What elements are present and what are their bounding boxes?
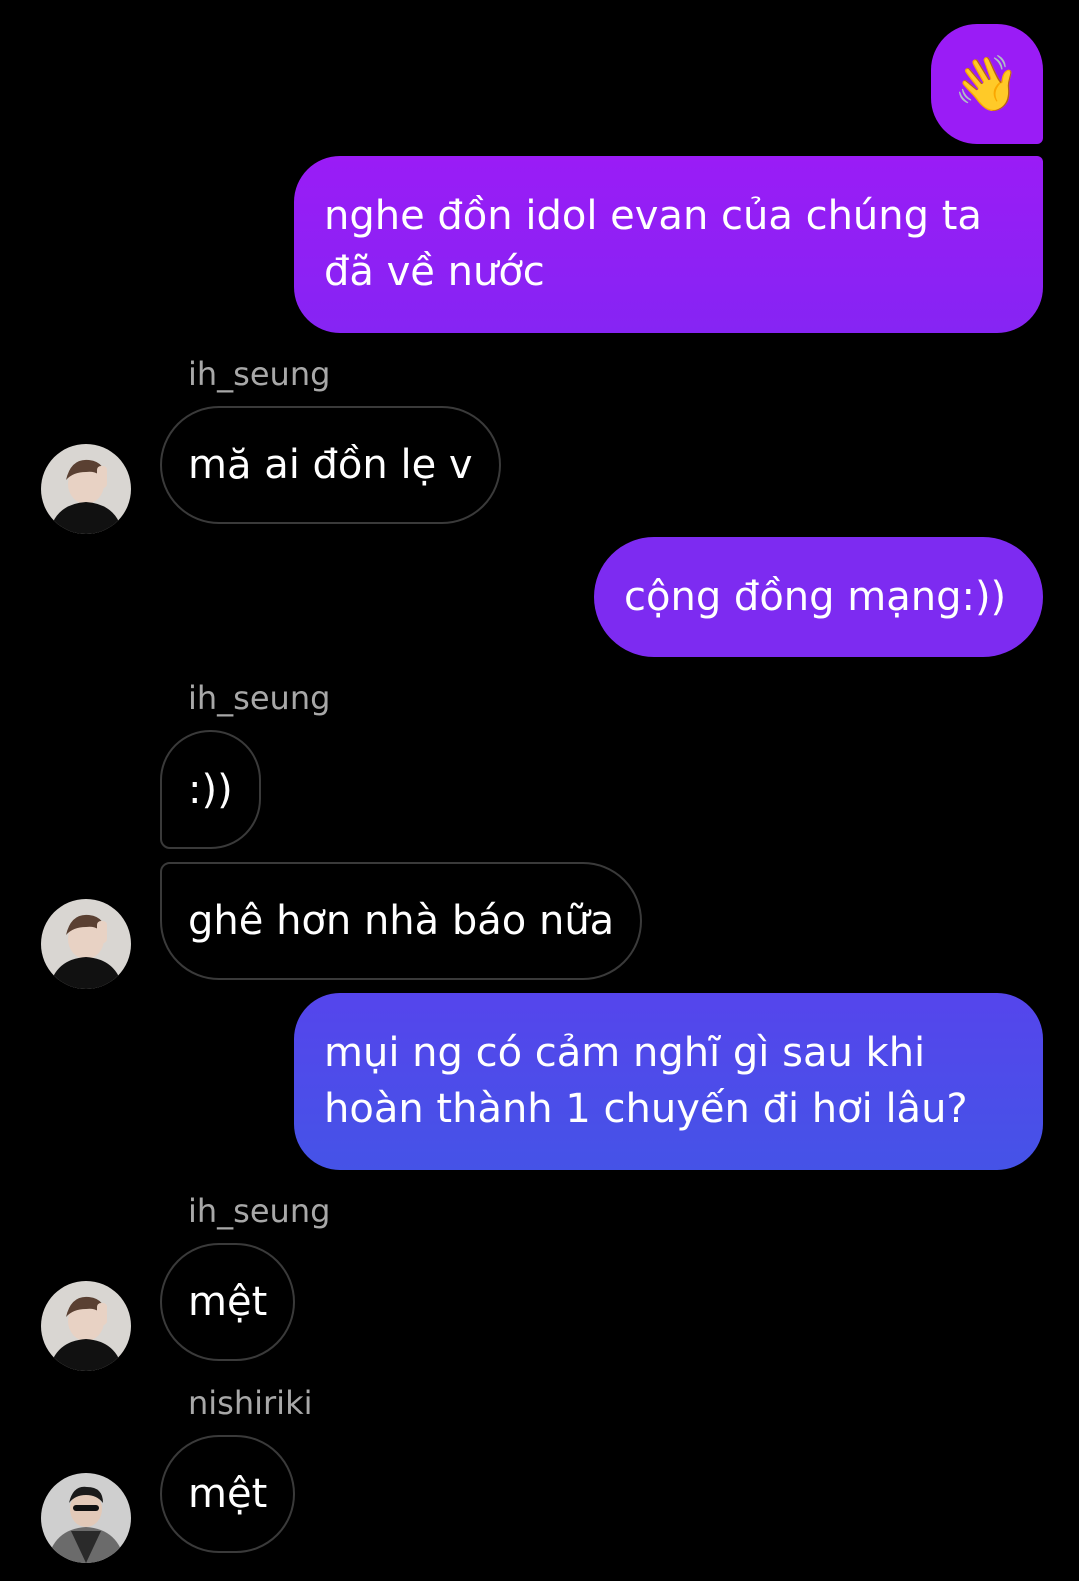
message-text: nghe đồn idol evan của chúng ta đã về nư… (324, 193, 982, 295)
avatar-ih-seung[interactable] (41, 899, 131, 989)
avatar-ih-seung[interactable] (41, 444, 131, 534)
sender-name: ih_seung (188, 1192, 331, 1230)
message-text: mă ai đồn lẹ v (188, 442, 473, 488)
message-text: cộng đồng mạng:)) (624, 574, 1007, 620)
message-text: :)) (188, 766, 233, 813)
message-text: mệt (188, 1279, 268, 1325)
message-text: mụi ng có cảm nghĩ gì sau khi hoàn thành… (324, 1030, 968, 1132)
incoming-message-bubble[interactable]: :)) (160, 730, 261, 849)
outgoing-message-bubble[interactable]: nghe đồn idol evan của chúng ta đã về nư… (294, 156, 1043, 333)
waving-hand-icon: 👋 (953, 52, 1021, 115)
sender-name: ih_seung (188, 679, 331, 717)
incoming-message-bubble[interactable]: mă ai đồn lẹ v (160, 406, 501, 524)
sender-name: ih_seung (188, 355, 331, 393)
avatar-ih-seung[interactable] (41, 1281, 131, 1371)
sender-name: nishiriki (188, 1384, 313, 1422)
avatar-nishiriki[interactable] (41, 1473, 131, 1563)
outgoing-message-bubble[interactable]: mụi ng có cảm nghĩ gì sau khi hoàn thành… (294, 993, 1043, 1170)
message-text: ghê hơn nhà báo nữa (188, 898, 615, 944)
message-text: mệt (188, 1471, 268, 1517)
incoming-message-bubble[interactable]: ghê hơn nhà báo nữa (160, 862, 643, 980)
outgoing-emoji-bubble[interactable]: 👋 (931, 24, 1043, 144)
incoming-message-bubble[interactable]: mệt (160, 1243, 296, 1361)
incoming-message-bubble[interactable]: mệt (160, 1435, 296, 1553)
outgoing-message-bubble[interactable]: cộng đồng mạng:)) (594, 537, 1043, 657)
